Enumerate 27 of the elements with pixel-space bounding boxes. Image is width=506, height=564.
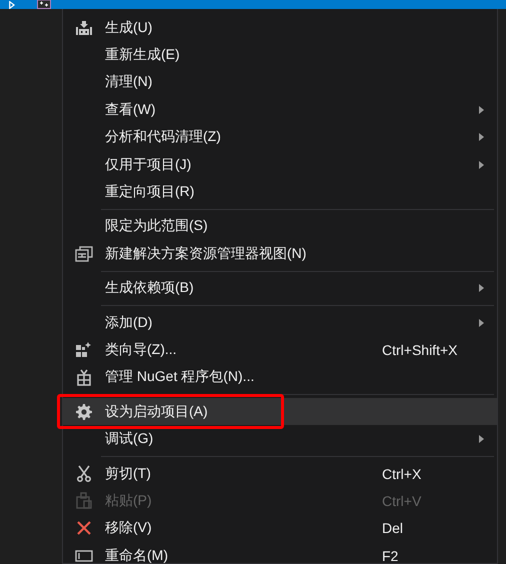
menu-item[interactable]: 生成依赖项(B): [63, 274, 497, 302]
build-icon: [76, 20, 92, 35]
expand-icon[interactable]: [9, 1, 15, 9]
menu-item[interactable]: 重新生成(E): [63, 41, 497, 69]
clipboard-icon: [76, 492, 92, 510]
menu-item[interactable]: 重命名(M) F2: [63, 542, 497, 564]
menu-item[interactable]: 剪切(T) Ctrl+X: [63, 460, 497, 488]
menu-item[interactable]: 分析和代码清理(Z): [63, 124, 497, 151]
class-wizard-icon: [76, 342, 92, 358]
menu-item[interactable]: 清理(N): [63, 68, 497, 96]
menu-item[interactable]: 仅用于项目(J): [63, 150, 497, 178]
settings-icon: [76, 404, 92, 420]
menu-item[interactable]: 类向导(Z)... Ctrl+Shift+X: [63, 336, 497, 364]
menu-item[interactable]: 移除(V) Del: [63, 514, 497, 542]
scissors-icon: [77, 465, 91, 482]
menu-item[interactable]: 重定向项目(R): [63, 178, 497, 206]
menu-item[interactable]: 调试(G): [63, 425, 497, 453]
menu-item[interactable]: 新建解决方案资源管理器视图(N): [63, 240, 497, 268]
package-icon: [77, 368, 91, 386]
menu-item[interactable]: 添加(D): [63, 308, 497, 336]
close-icon: [77, 521, 91, 536]
window-icon: [75, 246, 93, 262]
menu-item[interactable]: 管理 NuGet 程序包(N)...: [63, 364, 497, 392]
menu-item[interactable]: 查看(W): [63, 96, 497, 124]
menu-item[interactable]: 生成(U): [63, 14, 497, 42]
menu-item[interactable]: 限定为此范围(S): [63, 212, 497, 240]
rename-icon: [75, 550, 93, 562]
